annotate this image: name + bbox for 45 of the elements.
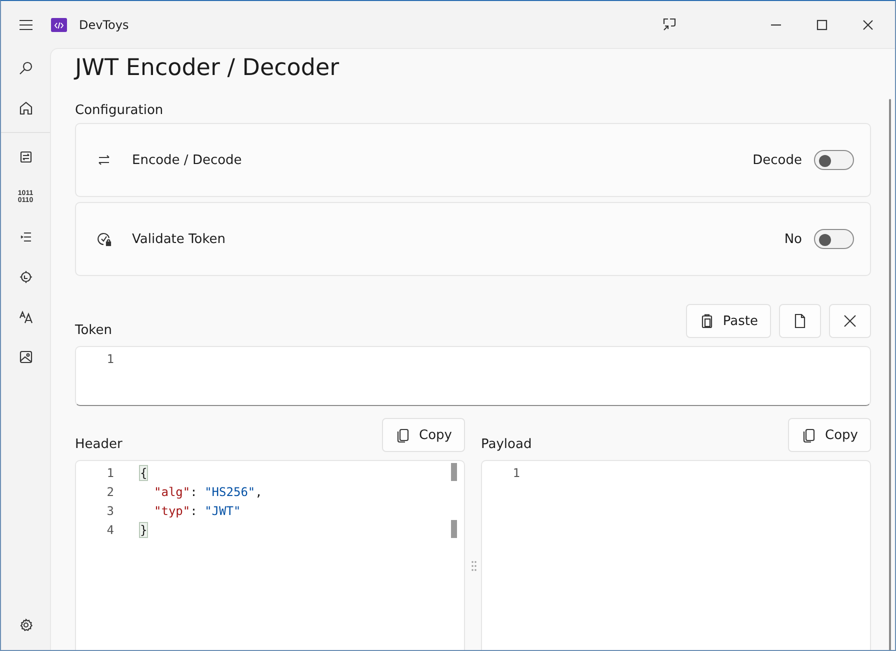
line-number: 1: [106, 352, 115, 366]
setting-value: Decode: [752, 152, 802, 168]
page-title: JWT Encoder / Decoder: [75, 55, 340, 81]
copy-button[interactable]: Copy: [382, 418, 465, 452]
line-number: 3: [106, 504, 115, 518]
splitter-grip-icon: [471, 560, 477, 572]
copy-icon: [801, 427, 818, 443]
token-editor[interactable]: 1: [75, 346, 871, 406]
line-number: 4: [106, 522, 115, 536]
section-heading: Header: [75, 437, 122, 452]
clear-button[interactable]: [829, 304, 871, 338]
home-icon: [18, 100, 34, 116]
line-number: 2: [106, 484, 115, 498]
section-heading: Configuration: [75, 103, 164, 118]
search-icon: [18, 60, 34, 76]
copy-button[interactable]: Copy: [788, 418, 871, 452]
payload-editor[interactable]: 1: [481, 460, 871, 650]
copy-icon: [395, 427, 412, 443]
code-line: "typ": "JWT": [153, 504, 241, 518]
code-line: "alg": "HS256",: [153, 484, 262, 498]
close-icon: [842, 313, 858, 329]
open-file-button[interactable]: [779, 304, 821, 338]
section-heading: Payload: [481, 437, 532, 452]
paste-button[interactable]: Paste: [686, 304, 771, 338]
settings-icon: [18, 617, 34, 633]
setting-label: Encode / Decode: [132, 152, 243, 168]
converter-icon: [18, 149, 34, 165]
compact-overlay-icon: [662, 16, 678, 32]
line-number: 1: [106, 466, 115, 480]
image-icon: [18, 349, 34, 365]
validate-icon: [96, 231, 112, 247]
section-heading: Token: [75, 323, 112, 338]
file-icon: [792, 313, 808, 329]
scroll-marker: [451, 463, 457, 481]
font-size-icon: [18, 309, 34, 325]
minimize-icon: [771, 24, 781, 26]
toggle-switch[interactable]: [814, 229, 854, 249]
window-title: DevToys: [79, 18, 129, 32]
line-number: 1: [512, 466, 521, 480]
scroll-marker: [451, 520, 457, 538]
toggle-switch[interactable]: [814, 150, 854, 170]
setting-label: Validate Token: [132, 232, 227, 246]
header-editor[interactable]: 1 { 2 "alg": "HS256", 3 "typ": "JWT" 4 }: [75, 460, 465, 650]
setting-value: No: [784, 232, 802, 246]
app-logo-icon: [51, 18, 67, 32]
